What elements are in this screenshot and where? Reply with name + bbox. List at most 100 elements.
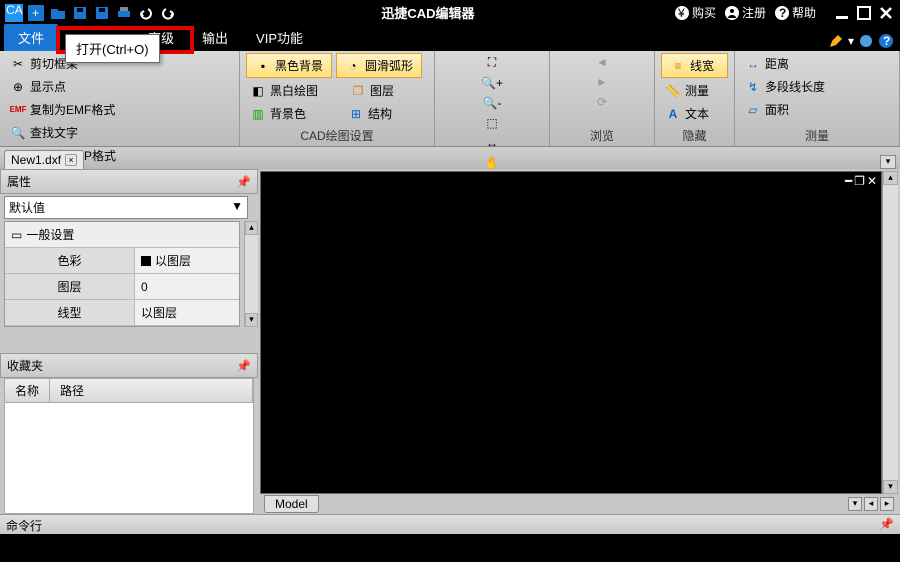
help-icon[interactable]: ? [878,33,894,49]
measure-button[interactable]: 📏测量 [661,80,728,101]
pin-icon[interactable]: 📌 [879,517,894,532]
pin-icon[interactable]: 📌 [236,359,251,373]
left-panels: 属性 📌 默认值▼ ▭一般设置 色彩以图层 图层0 线型以图层 ▴▾ 收藏夹 📌… [0,169,258,514]
group-measure: ↔距离 ↯多段线长度 ▱面积 测量 [735,51,900,146]
col-path[interactable]: 路径 [50,379,253,402]
group-browse: ◄ ► ⟳ 浏览 [550,51,655,146]
bw-icon: ◧ [250,83,266,99]
lineweight-icon: ≡ [670,58,686,74]
black-bg-icon: ▪ [255,58,271,74]
default-combo[interactable]: 默认值▼ [4,196,248,219]
app-icon: CAD [4,3,24,23]
refresh-icon[interactable]: ⟳ [556,93,648,111]
favorites-body [4,403,254,514]
black-bg-button[interactable]: ▪黑色背景 [246,53,332,78]
search-icon: 🔍 [10,125,26,141]
style-icon[interactable] [858,33,874,49]
buy-button[interactable]: ¥购买 [674,4,716,21]
open-tooltip: 打开(Ctrl+O) [65,34,160,63]
save-icon[interactable] [70,3,90,23]
close-doc-icon[interactable]: × [65,154,77,166]
fit-width-icon[interactable]: ↔ [441,134,543,152]
text-button[interactable]: A文本 [661,103,728,124]
svg-text:+: + [32,6,39,20]
area-button[interactable]: ▱面积 [741,99,893,120]
doc-tab-label: New1.dxf [11,153,61,167]
zoom-extents-icon[interactable]: ⛶ [441,53,543,72]
minimize-icon[interactable] [834,5,850,21]
canvas-min-icon[interactable]: ━ [845,174,852,188]
expand-layouts-icon[interactable]: ▾ [848,497,862,511]
prop-row-layer[interactable]: 图层0 [5,274,239,300]
chevron-down-icon: ▼ [231,199,243,216]
structure-button[interactable]: ⊞结构 [344,103,396,124]
zoom-window-icon[interactable]: ⬚ [441,114,543,132]
open-icon[interactable] [48,3,68,23]
maximize-icon[interactable] [856,5,872,21]
properties-grid: ▭一般设置 色彩以图层 图层0 线型以图层 [4,221,240,327]
tab-output[interactable]: 输出 [188,24,242,51]
svg-text:¥: ¥ [677,6,685,20]
close-icon[interactable] [878,5,894,21]
structure-icon: ⊞ [348,106,364,122]
prev-icon[interactable]: ◄ [556,53,648,71]
svg-text:CAD: CAD [6,4,23,17]
layer-button[interactable]: ❐图层 [346,80,398,101]
command-line-header[interactable]: 命令行 📌 [0,514,900,534]
collapse-icon[interactable]: ▭ [11,228,22,242]
group-label: CAD绘图设置 [246,125,428,144]
register-button[interactable]: 注册 [724,4,766,21]
zoom-out-icon[interactable]: 🔍- [441,94,543,112]
help-button[interactable]: ?帮助 [774,4,816,21]
group-label: 隐藏 [661,125,728,144]
group-hide: ≡线宽 📏测量 A文本 隐藏 [655,51,735,146]
show-points-button[interactable]: ⊕显示点 [6,76,233,97]
properties-header[interactable]: 属性 📌 [0,169,258,194]
tab-vip[interactable]: VIP功能 [242,24,317,51]
text-icon: A [665,106,681,122]
pin-icon[interactable]: 📌 [236,175,251,189]
saveas-icon[interactable] [92,3,112,23]
section-general[interactable]: ▭一般设置 [5,222,239,248]
layout-tabs: Model ▾ ◂ ▸ [260,494,898,514]
prop-row-linetype[interactable]: 线型以图层 [5,300,239,326]
canvas-close-icon[interactable]: ✕ [867,174,877,188]
copy-emf-button[interactable]: EMF复制为EMF格式 [6,99,233,120]
tab-file[interactable]: 文件 [4,24,58,51]
undo-icon[interactable] [136,3,156,23]
title-bar: CAD + 迅捷CAD编辑器 ¥购买 注册 ?帮助 [0,0,900,25]
col-name[interactable]: 名称 [5,379,50,402]
document-tab[interactable]: New1.dxf × [4,150,84,169]
smooth-arc-button[interactable]: ◔圆滑弧形 [336,53,422,78]
scroll-left-icon[interactable]: ◂ [864,497,878,511]
layer-icon: ❐ [350,83,366,99]
model-tab[interactable]: Model [264,495,319,513]
print-icon[interactable] [114,3,134,23]
app-title: 迅捷CAD编辑器 [182,3,674,22]
favorites-columns: 名称 路径 [4,378,254,403]
bw-draw-button[interactable]: ◧黑白绘图 [246,80,322,101]
prop-row-color[interactable]: 色彩以图层 [5,248,239,274]
props-scrollbar[interactable]: ▴▾ [244,221,258,327]
find-text-button[interactable]: 🔍查找文字 [6,122,233,143]
zoom-in-icon[interactable]: 🔍+ [441,74,543,92]
scissors-icon: ✂ [10,56,26,72]
distance-button[interactable]: ↔距离 [741,53,893,74]
next-icon[interactable]: ► [556,73,648,91]
drawing-canvas[interactable]: ━ ❐ ✕ [260,171,882,494]
polyline-icon: ↯ [745,79,761,95]
expand-tabs-icon[interactable]: ▾ [880,155,896,169]
favorites-header[interactable]: 收藏夹 📌 [0,353,258,378]
group-label: 测量 [741,125,893,144]
canvas-restore-icon[interactable]: ❐ [854,174,865,188]
scroll-right-icon[interactable]: ▸ [880,497,894,511]
polyline-length-button[interactable]: ↯多段线长度 [741,76,893,97]
redo-icon[interactable] [158,3,178,23]
ribbon: ✂剪切框架 ⊕显示点 EMF复制为EMF格式 🔍查找文字 BMP复制为BMP格式… [0,51,900,147]
bg-color-button[interactable]: ▥背景色 [246,103,310,124]
quick-access-toolbar: CAD + [0,3,182,23]
new-icon[interactable]: + [26,3,46,23]
canvas-vscroll[interactable]: ▴▾ [882,171,898,494]
pen-icon[interactable] [828,33,844,49]
line-width-button[interactable]: ≡线宽 [661,53,728,78]
